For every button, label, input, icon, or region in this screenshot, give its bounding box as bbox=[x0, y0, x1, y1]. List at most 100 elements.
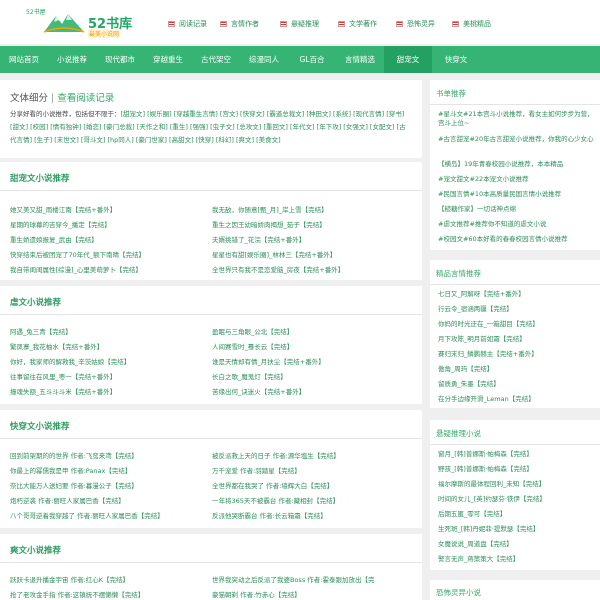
book-link[interactable]: 繁凤寨_我花柚水【完结+番外】 bbox=[10, 341, 103, 351]
book-link[interactable]: 回到前架期的的世界 作者:飞鸾来鸢【完结】 bbox=[10, 450, 138, 460]
top-link-reading-history[interactable]: 阅读记录 bbox=[168, 18, 207, 30]
book-link[interactable]: 全世界都在我哭了 作者:墙辉大白【完结】 bbox=[212, 480, 333, 490]
book-link[interactable]: 炮朽逆袭 作者:丽旺人家属巴香【完结】 bbox=[10, 495, 125, 505]
nav-rebirth[interactable]: 穿越重生 bbox=[144, 46, 192, 73]
book-link[interactable]: 八个哥哥逆着我穿越了 作者:丽旺人家属巴香【完结】 bbox=[10, 510, 164, 520]
book-link[interactable]: 盈眠与三角眼_公北【完结】 bbox=[212, 326, 293, 336]
section-title: 爽文小说推荐 bbox=[10, 546, 62, 556]
book-list-link[interactable]: #校园文#60本好看的春春校园言情小说推荐 bbox=[438, 235, 568, 244]
book-link[interactable]: 跃跃卡退升播金宇宙 作者:红心K【完结】 bbox=[10, 574, 129, 584]
book-link[interactable]: 你最上的幂儒我是甲 作者:Panax【完结】 bbox=[10, 465, 131, 475]
divider bbox=[0, 562, 422, 563]
angst-section: 虐文小说推荐 阿遇_兔三青【完结】 繁凤寨_我花柚水【完结+番外】 你好，我家师… bbox=[0, 286, 422, 404]
nav-gl[interactable]: GL百合 bbox=[288, 46, 336, 73]
top-link-literature[interactable]: 文学著作 bbox=[338, 18, 377, 30]
book-link[interactable]: 苦缘出何_诀迷火【完结+番外】 bbox=[212, 386, 305, 396]
romance-book-link[interactable]: 行云令_宿涵两疆【完结】 bbox=[438, 305, 513, 314]
mystery-book-link[interactable]: 女魔说说_周道盘【完结】 bbox=[438, 540, 513, 549]
flag-icon bbox=[452, 21, 459, 27]
book-link[interactable]: 阿遇_兔三青【完结】 bbox=[10, 326, 72, 336]
divider bbox=[430, 104, 600, 105]
book-list-link[interactable]: 【糙糖作家】一切话神点绵 bbox=[438, 205, 516, 214]
book-link[interactable]: 我自带闺闺属性[综漫]_心里美萌萝卜【完结】 bbox=[10, 264, 142, 274]
book-list-link[interactable]: #古言甜宠#20年古言甜宠小说推荐，你我的心少女心 bbox=[438, 135, 596, 144]
book-list-link[interactable]: 【横岛】19年青春校园小说推荐，本本精品 bbox=[438, 160, 563, 169]
flag-icon bbox=[338, 21, 345, 27]
horror-panel: 恐怖灵异小说 bbox=[430, 580, 600, 600]
romance-book-link[interactable]: 在分手边缘开滑_Leman【完结】 bbox=[438, 395, 535, 404]
book-link[interactable]: 撞魂失额_五斗斗斗米【完结+番外】 bbox=[10, 386, 116, 396]
romance-book-link[interactable]: 七日又_阿解呀【完结+番外】 bbox=[438, 290, 525, 299]
book-link[interactable]: 快穿结束后被团宠了70年代_额下南晴【完结】 bbox=[10, 249, 145, 259]
book-link[interactable]: 我无敌，你随意[甄_月]_岸上雪【完结】 bbox=[212, 204, 328, 214]
nav-urban[interactable]: 现代都市 bbox=[96, 46, 144, 73]
nav-ancient[interactable]: 古代架空 bbox=[192, 46, 240, 73]
reading-history-link[interactable]: 查看阅读记录 bbox=[57, 93, 114, 104]
book-link[interactable]: 重生之因王幼暗娇肉揭想_茹子【完结】 bbox=[212, 219, 326, 229]
book-link[interactable]: 世界我突动之后反派了我婆Boss 作者:霍泰跟加放出【完 bbox=[212, 574, 374, 584]
top-link-horror[interactable]: 恐怖灵异 bbox=[396, 18, 435, 30]
romance-book-link[interactable]: 月下攻陈_明月前如霜【完结】 bbox=[438, 335, 526, 344]
romance-book-link[interactable]: 留质勇_朱墨【完结】 bbox=[438, 380, 500, 389]
nav-sweet[interactable]: 甜宠文 bbox=[384, 46, 432, 73]
mystery-book-link[interactable]: 后期五匿_零可【完结】 bbox=[438, 510, 506, 519]
book-link[interactable]: 你好，我家师的解救我_辛茨姑娘【完结】 bbox=[10, 356, 130, 366]
sweet-section: 甜宠文小说推荐 她又美又甜_雨楼江南【完结+番外】 星期的球幕的吉穿今_播定【完… bbox=[0, 162, 422, 280]
sidebar-title: 悬疑推理小说 bbox=[436, 429, 481, 438]
book-link[interactable]: 她又美又甜_雨楼江南【完结+番外】 bbox=[10, 204, 116, 214]
flag-icon bbox=[280, 21, 287, 27]
top-link-romance-authors[interactable]: 言情作者 bbox=[220, 18, 259, 30]
book-link[interactable]: 豪猫朝剃 作者:竹赤心【完结】 bbox=[212, 589, 301, 599]
book-link[interactable]: 反派他哭断霸台 作者:长云箱霜【完结】 bbox=[212, 510, 327, 520]
quick-transmigration-section: 快穿文小说推荐 回到前架期的的世界 作者:飞鸾来鸢【完结】 你最上的幂儒我是甲 … bbox=[0, 410, 422, 528]
site-header: 52书屋 52书库 最美小说网 阅读记录 言情作者 悬疑推理 文学著作 恐怖灵异… bbox=[0, 0, 600, 44]
romance-book-link[interactable]: 賽归末归_鳞鹏赫主【完结+番外】 bbox=[438, 350, 538, 359]
book-list-link[interactable]: #星斗文#21本宫斗小说推荐，看女主如何步步为营，宫斗上位~ bbox=[438, 110, 596, 128]
mystery-book-link[interactable]: 野孩_[韩]普娜斯·帕梅森【完结】 bbox=[438, 465, 533, 474]
flag-icon bbox=[168, 21, 175, 27]
nav-fanfic[interactable]: 综漫同人 bbox=[240, 46, 288, 73]
book-link[interactable]: 谁是天情却有情_月扶尘【完结+番外】 bbox=[212, 356, 325, 366]
sidebar-title: 书单推荐 bbox=[436, 89, 466, 98]
top-link-featured[interactable]: 美桃精品 bbox=[452, 18, 491, 30]
divider bbox=[0, 190, 422, 191]
main-nav: 网站首页 小说推荐 现代都市 穿越重生 古代架空 综漫同人 GL百合 言情精选 … bbox=[0, 46, 600, 73]
book-link[interactable]: 被反派救上天的日子 作者:源华塩生【完结】 bbox=[212, 450, 340, 460]
book-link[interactable]: 夫婿挑错了_花浣【完结+番外】 bbox=[212, 234, 305, 244]
top-link-mystery[interactable]: 悬疑推理 bbox=[280, 18, 319, 30]
cool-section: 爽文小说推荐 跃跃卡退升播金宇宙 作者:红心K【完结】 抢了老攻金手指 作者:这… bbox=[0, 534, 422, 600]
book-link[interactable]: 万千宠爱 作者:羽踏星【完结】 bbox=[212, 465, 301, 475]
nav-home[interactable]: 网站首页 bbox=[0, 46, 48, 73]
book-link[interactable]: 人间赛雪时_蓦长云【完结】 bbox=[212, 341, 293, 351]
book-link[interactable]: 长白之歌_魔鬼灯【完结】 bbox=[212, 371, 287, 381]
mountain-logo-icon[interactable] bbox=[42, 10, 86, 34]
romance-book-link[interactable]: 你妈的时光迂在_一箱甜目【完结】 bbox=[438, 320, 539, 329]
book-link[interactable]: 星期的球幕的吉穿今_播定【完结】 bbox=[10, 219, 111, 229]
mystery-book-link[interactable]: 生死斑_[韩]丹妮菲·提默瑟【完结】 bbox=[438, 525, 539, 534]
nav-romance[interactable]: 言情精选 bbox=[336, 46, 384, 73]
nav-quick-transmigration[interactable]: 快穿文 bbox=[432, 46, 480, 73]
book-list-link[interactable]: #民国言情#10本高质量民国言情小说推荐 bbox=[438, 190, 561, 199]
romance-book-link[interactable]: 傲角_周玙【完结】 bbox=[438, 365, 493, 374]
book-link[interactable]: 一年将365天不被霸台 作者:藏相封【完结】 bbox=[212, 495, 339, 505]
book-link[interactable]: 星星也有甜[娱乐圈]_林林三【完结+番外】 bbox=[212, 249, 336, 259]
book-link[interactable]: 重生娇遗娘报复_武由【完结】 bbox=[10, 234, 98, 244]
nav-recommend[interactable]: 小说推荐 bbox=[48, 46, 96, 73]
book-list-link[interactable]: #虐文推荐#推荐你不知道的虐文小说 bbox=[438, 220, 546, 229]
book-list-link[interactable]: #宠文甜文#22本宠文小说推荐 bbox=[438, 175, 529, 184]
sidebar-title: 精品言情推荐 bbox=[436, 269, 481, 278]
book-list-panel: 书单推荐 #星斗文#21本宫斗小说推荐，看女主如何步步为营，宫斗上位~ #古言甜… bbox=[430, 80, 600, 250]
mystery-book-link[interactable]: 警言无声_蒋策策大【完结】 bbox=[438, 555, 519, 564]
sidebar-title: 恐怖灵异小说 bbox=[436, 588, 481, 597]
book-link[interactable]: 全世界只有我不是恋爱脑_房夜【完结+番外】 bbox=[212, 264, 344, 274]
book-link[interactable]: 奈比大能万人送妇要 作者:暮漫公子【完结】 bbox=[10, 480, 138, 490]
book-link[interactable]: 往事留往在风里_枣一【完结+番外】 bbox=[10, 371, 116, 381]
logo-slogan: 最美小说网 bbox=[88, 29, 121, 38]
mystery-book-link[interactable]: 窗月_[韩]普娜斯·帕梅森【完结】 bbox=[438, 450, 533, 459]
section-title: 快穿文小说推荐 bbox=[10, 422, 70, 432]
book-link[interactable]: 抢了老攻金手指 作者:这镇抚不摆懒懒【完结】 bbox=[10, 589, 144, 599]
divider bbox=[0, 314, 422, 315]
mystery-book-link[interactable]: 福尔摩斯的最体程回利_未知【完结】 bbox=[438, 480, 545, 489]
mystery-book-link[interactable]: 时间的女儿_[英]约瑟芬·铁伊【完结】 bbox=[438, 495, 546, 504]
divider bbox=[430, 284, 600, 285]
